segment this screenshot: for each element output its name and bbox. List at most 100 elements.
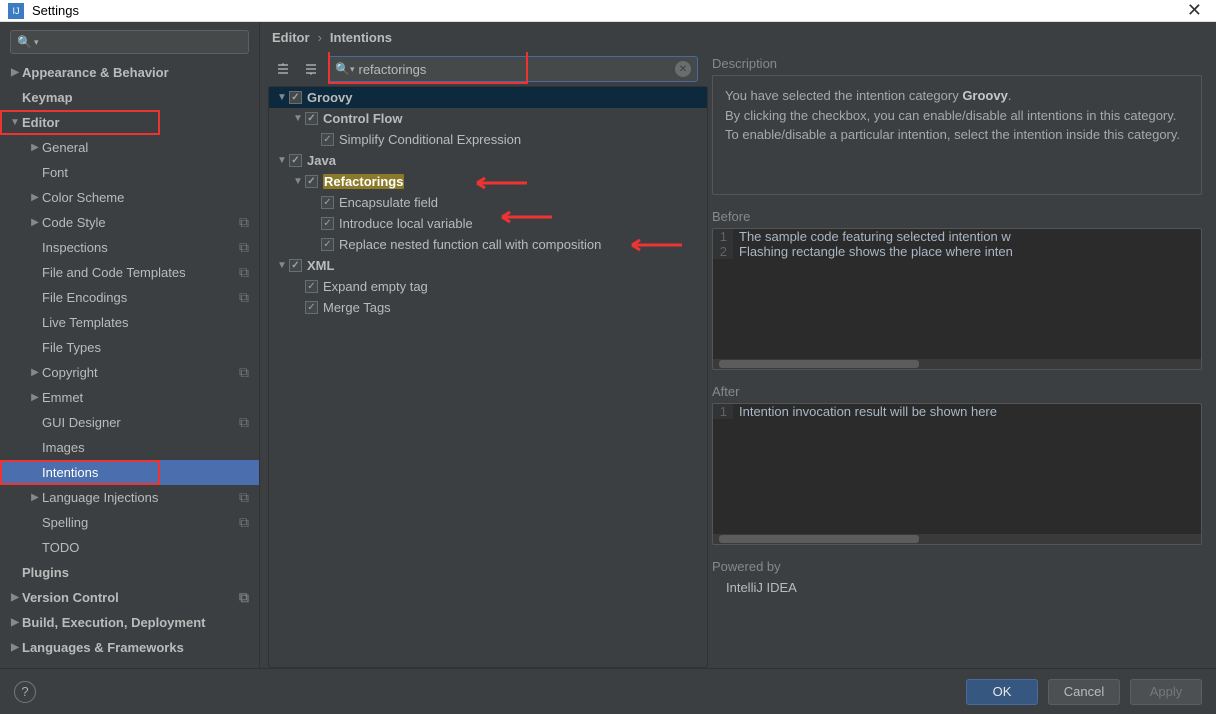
scope-icon: ⧉	[239, 514, 249, 531]
sidebar-item-editor[interactable]: ▼Editor	[0, 110, 259, 135]
sidebar-item-live-templates[interactable]: Live Templates	[0, 310, 259, 335]
description-panel: Description You have selected the intent…	[712, 52, 1216, 668]
tree-twisty-icon: ▶	[28, 492, 42, 503]
sidebar-item-general[interactable]: ▶General	[0, 135, 259, 160]
sidebar-item-copyright[interactable]: ▶Copyright⧉	[0, 360, 259, 385]
app-icon: IJ	[8, 3, 24, 19]
sidebar-item-label: Code Style	[42, 215, 239, 230]
intention-node-xml[interactable]: ▼XML	[269, 255, 707, 276]
sidebar-item-spelling[interactable]: Spelling⧉	[0, 510, 259, 535]
description-text: You have selected the intention category…	[712, 75, 1202, 195]
ok-button[interactable]: OK	[966, 679, 1038, 705]
cancel-button[interactable]: Cancel	[1048, 679, 1120, 705]
intention-node-expand-empty-tag[interactable]: Expand empty tag	[269, 276, 707, 297]
breadcrumb: Editor › Intentions	[260, 22, 1216, 52]
intention-checkbox[interactable]	[305, 112, 318, 125]
tree-twisty-icon: ▶	[28, 367, 42, 378]
sidebar-item-images[interactable]: Images	[0, 435, 259, 460]
sidebar-item-label: Live Templates	[42, 315, 259, 330]
intention-label: Groovy	[307, 90, 353, 105]
sidebar-item-file-encodings[interactable]: File Encodings⧉	[0, 285, 259, 310]
tree-twisty-icon: ▶	[8, 67, 22, 78]
sidebar-item-label: Copyright	[42, 365, 239, 380]
sidebar-item-font[interactable]: Font	[0, 160, 259, 185]
sidebar-item-file-and-code-templates[interactable]: File and Code Templates⧉	[0, 260, 259, 285]
sidebar-item-emmet[interactable]: ▶Emmet	[0, 385, 259, 410]
sidebar-item-color-scheme[interactable]: ▶Color Scheme	[0, 185, 259, 210]
intention-node-refactorings[interactable]: ▼Refactorings	[269, 171, 707, 192]
intention-node-merge-tags[interactable]: Merge Tags	[269, 297, 707, 318]
sidebar-item-label: Font	[42, 165, 259, 180]
sidebar-item-gui-designer[interactable]: GUI Designer⧉	[0, 410, 259, 435]
sidebar-item-inspections[interactable]: Inspections⧉	[0, 235, 259, 260]
main-panel: Editor › Intentions	[260, 22, 1216, 668]
scrollbar[interactable]	[713, 534, 1201, 544]
intention-checkbox[interactable]	[289, 91, 302, 104]
apply-button[interactable]: Apply	[1130, 679, 1202, 705]
sidebar-item-keymap[interactable]: Keymap	[0, 85, 259, 110]
sidebar-item-version-control[interactable]: ▶Version Control⧉	[0, 585, 259, 610]
intention-node-control-flow[interactable]: ▼Control Flow	[269, 108, 707, 129]
intention-checkbox[interactable]	[305, 280, 318, 293]
sidebar-item-label: File Types	[42, 340, 259, 355]
help-button[interactable]: ?	[14, 681, 36, 703]
intention-node-introduce-local-variable[interactable]: Introduce local variable	[269, 213, 707, 234]
collapse-all-button[interactable]	[300, 58, 322, 80]
sidebar-item-label: Version Control	[22, 590, 239, 605]
intention-checkbox[interactable]	[321, 196, 334, 209]
intentions-panel: 🔍 ▾ ✕ ▼Groovy▼Control	[268, 52, 708, 668]
scope-icon: ⧉	[239, 414, 249, 431]
scrollbar[interactable]	[713, 359, 1201, 369]
breadcrumb-separator: ›	[318, 30, 322, 45]
intention-checkbox[interactable]	[305, 301, 318, 314]
intentions-search[interactable]: 🔍 ▾ ✕	[328, 56, 698, 82]
tree-twisty-icon: ▶	[28, 217, 42, 228]
intention-checkbox[interactable]	[305, 175, 318, 188]
intention-node-simplify-conditional-expression[interactable]: Simplify Conditional Expression	[269, 129, 707, 150]
expand-all-button[interactable]	[272, 58, 294, 80]
sidebar-item-language-injections[interactable]: ▶Language Injections⧉	[0, 485, 259, 510]
tree-twisty-icon: ▶	[28, 142, 42, 153]
scope-icon: ⧉	[239, 214, 249, 231]
intention-label: Simplify Conditional Expression	[339, 132, 521, 147]
intention-label: Replace nested function call with compos…	[339, 237, 601, 252]
before-title: Before	[712, 209, 1202, 224]
intention-node-java[interactable]: ▼Java	[269, 150, 707, 171]
chevron-down-icon: ▾	[350, 64, 355, 75]
intention-node-replace-nested-function-call-with-composition[interactable]: Replace nested function call with compos…	[269, 234, 707, 255]
sidebar-item-code-style[interactable]: ▶Code Style⧉	[0, 210, 259, 235]
sidebar-item-label: TODO	[42, 540, 259, 555]
sidebar-item-intentions[interactable]: Intentions	[0, 460, 259, 485]
sidebar-item-label: Intentions	[42, 465, 259, 480]
intention-checkbox[interactable]	[321, 217, 334, 230]
intention-label: Java	[307, 153, 336, 168]
breadcrumb-editor[interactable]: Editor	[272, 30, 310, 45]
intention-checkbox[interactable]	[289, 154, 302, 167]
sidebar-item-appearance-behavior[interactable]: ▶Appearance & Behavior	[0, 60, 259, 85]
search-icon: 🔍	[335, 62, 350, 76]
intention-checkbox[interactable]	[321, 238, 334, 251]
sidebar-item-todo[interactable]: TODO	[0, 535, 259, 560]
close-icon[interactable]: ✕	[1181, 0, 1208, 21]
sidebar-item-languages-frameworks[interactable]: ▶Languages & Frameworks	[0, 635, 259, 660]
sidebar-item-file-types[interactable]: File Types	[0, 335, 259, 360]
after-title: After	[712, 384, 1202, 399]
intentions-search-input[interactable]	[358, 62, 675, 77]
tree-twisty-icon: ▶	[8, 592, 22, 603]
intention-label: XML	[307, 258, 334, 273]
tree-twisty-icon: ▶	[8, 617, 22, 628]
intention-checkbox[interactable]	[289, 259, 302, 272]
sidebar-item-plugins[interactable]: Plugins	[0, 560, 259, 585]
sidebar-item-label: Color Scheme	[42, 190, 259, 205]
intentions-tree: ▼Groovy▼Control Flow Simplify Conditional…	[268, 86, 708, 668]
sidebar-item-label: GUI Designer	[42, 415, 239, 430]
clear-search-icon[interactable]: ✕	[675, 61, 691, 77]
sidebar-item-build-execution-deployment[interactable]: ▶Build, Execution, Deployment	[0, 610, 259, 635]
settings-search[interactable]: 🔍 ▾	[10, 30, 249, 54]
intention-node-encapsulate-field[interactable]: Encapsulate field	[269, 192, 707, 213]
intention-checkbox[interactable]	[321, 133, 334, 146]
sidebar-item-label: Keymap	[22, 90, 259, 105]
gutter-line-number: 1	[713, 229, 733, 244]
intention-node-groovy[interactable]: ▼Groovy	[269, 87, 707, 108]
sidebar-item-label: Editor	[22, 115, 259, 130]
